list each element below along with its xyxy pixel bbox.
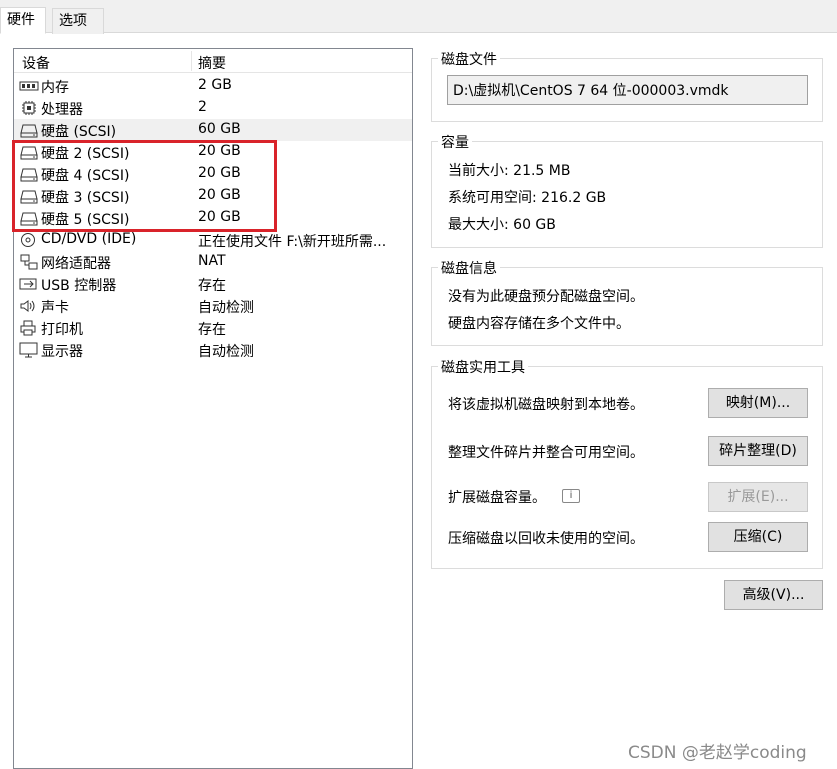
- disk-info-line-1: 没有为此硬盘预分配磁盘空间。: [448, 289, 644, 305]
- device-list-header: 设备 摘要: [14, 49, 412, 73]
- capacity-group: 容量 当前大小: 21.5 MB 系统可用空间: 216.2 GB 最大大小: …: [431, 132, 823, 248]
- network-adapter-icon: [19, 254, 39, 270]
- device-row[interactable]: CD/DVD (IDE) 正在使用文件 F:\新开班所需...: [14, 229, 412, 251]
- defrag-button[interactable]: 碎片整理(D): [708, 436, 808, 466]
- disk-info-line-2: 硬盘内容存储在多个文件中。: [448, 316, 630, 332]
- processor-icon: [19, 100, 39, 116]
- device-name: USB 控制器: [41, 278, 117, 294]
- cd-dvd-icon: [19, 232, 39, 248]
- device-row[interactable]: 处理器 2: [14, 97, 412, 119]
- info-icon[interactable]: i: [562, 489, 580, 503]
- column-header-device[interactable]: 设备: [22, 53, 50, 73]
- defrag-description: 整理文件碎片并整合可用空间。: [448, 445, 644, 461]
- expand-description: 扩展磁盘容量。: [448, 490, 546, 506]
- device-summary: NAT: [198, 253, 226, 269]
- usb-icon: [19, 276, 39, 292]
- disk-info-title: 磁盘信息: [438, 258, 500, 278]
- max-size-text: 最大大小: 60 GB: [448, 217, 556, 233]
- watermark-text: CSDN @老赵学coding: [628, 743, 807, 763]
- device-name: 声卡: [41, 300, 69, 316]
- tab-hardware[interactable]: 硬件: [0, 7, 46, 34]
- device-summary: 2: [198, 99, 207, 115]
- memory-icon: [19, 78, 39, 94]
- device-name: 内存: [41, 80, 69, 96]
- device-name: CD/DVD (IDE): [41, 231, 137, 247]
- tab-options[interactable]: 选项: [52, 8, 104, 34]
- device-summary: 2 GB: [198, 77, 232, 93]
- disk-utilities-title: 磁盘实用工具: [438, 357, 528, 377]
- disk-file-group: 磁盘文件 D:\虚拟机\CentOS 7 64 位-000003.vmdk: [431, 49, 823, 122]
- map-description: 将该虚拟机磁盘映射到本地卷。: [448, 397, 644, 413]
- monitor-icon: [19, 342, 39, 358]
- device-row[interactable]: 显示器 自动检测: [14, 339, 412, 361]
- device-row[interactable]: 内存 2 GB: [14, 75, 412, 97]
- device-name: 打印机: [41, 322, 83, 338]
- column-separator[interactable]: [191, 51, 192, 71]
- device-summary: 自动检测: [198, 344, 254, 360]
- annotation-highlight-box: [12, 140, 277, 232]
- compact-description: 压缩磁盘以回收未使用的空间。: [448, 531, 644, 547]
- device-summary: 存在: [198, 278, 226, 294]
- disk-info-group: 磁盘信息 没有为此硬盘预分配磁盘空间。 硬盘内容存储在多个文件中。: [431, 258, 823, 346]
- printer-icon: [19, 320, 39, 336]
- current-size-text: 当前大小: 21.5 MB: [448, 163, 571, 179]
- speaker-icon: [19, 298, 39, 314]
- device-name: 网络适配器: [41, 256, 111, 272]
- device-summary: 正在使用文件 F:\新开班所需...: [198, 234, 387, 250]
- device-summary: 自动检测: [198, 300, 254, 316]
- device-name: 硬盘 (SCSI): [41, 124, 117, 140]
- system-free-space-text: 系统可用空间: 216.2 GB: [448, 190, 607, 206]
- disk-file-path-field[interactable]: D:\虚拟机\CentOS 7 64 位-000003.vmdk: [447, 75, 808, 105]
- harddisk-icon: [19, 122, 39, 138]
- disk-utilities-group: 磁盘实用工具 将该虚拟机磁盘映射到本地卷。 映射(M)... 整理文件碎片并整合…: [431, 357, 823, 569]
- device-row[interactable]: 声卡 自动检测: [14, 295, 412, 317]
- advanced-button[interactable]: 高级(V)...: [724, 580, 823, 610]
- device-name: 处理器: [41, 102, 83, 118]
- device-name: 显示器: [41, 344, 83, 360]
- column-header-summary[interactable]: 摘要: [198, 53, 226, 73]
- compact-button[interactable]: 压缩(C): [708, 522, 808, 552]
- device-row[interactable]: USB 控制器 存在: [14, 273, 412, 295]
- expand-button[interactable]: 扩展(E)...: [708, 482, 808, 512]
- map-button[interactable]: 映射(M)...: [708, 388, 808, 418]
- capacity-title: 容量: [438, 132, 472, 152]
- device-summary: 存在: [198, 322, 226, 338]
- device-row[interactable]: 打印机 存在: [14, 317, 412, 339]
- disk-file-title: 磁盘文件: [438, 49, 500, 69]
- device-row[interactable]: 硬盘 (SCSI) 60 GB: [14, 119, 412, 141]
- device-row[interactable]: 网络适配器 NAT: [14, 251, 412, 273]
- device-summary: 60 GB: [198, 121, 241, 137]
- tab-strip: 硬件 选项: [0, 0, 837, 34]
